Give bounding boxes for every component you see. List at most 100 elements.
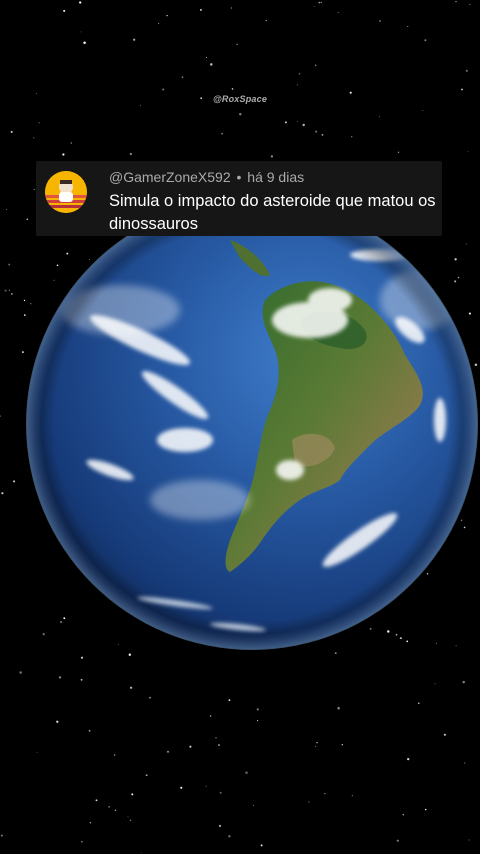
star (397, 151, 400, 154)
star (158, 23, 160, 24)
star (133, 38, 136, 41)
star (131, 793, 134, 796)
star (313, 6, 315, 8)
star (210, 63, 213, 66)
star (180, 786, 183, 789)
star (218, 824, 222, 828)
comment-meta: @GamerZoneX592 • há 9 dias (109, 169, 304, 185)
star (402, 813, 405, 816)
star (26, 218, 29, 221)
star (230, 7, 232, 9)
star (418, 702, 420, 705)
star (253, 804, 254, 806)
star (256, 719, 259, 722)
star (80, 31, 82, 33)
star (63, 617, 66, 620)
star (59, 620, 63, 624)
star (369, 627, 372, 630)
username[interactable]: @GamerZoneX592 (109, 169, 231, 185)
star (81, 840, 83, 843)
star (30, 303, 32, 305)
star (460, 519, 463, 521)
star (129, 152, 132, 156)
star (422, 109, 424, 111)
star (108, 806, 110, 808)
earth-globe (26, 198, 478, 650)
star (4, 289, 7, 292)
star (53, 279, 55, 281)
star (407, 757, 410, 761)
star (5, 208, 8, 211)
star (23, 299, 26, 302)
star (23, 314, 26, 316)
star (63, 9, 66, 12)
star (181, 76, 184, 79)
star (318, 1, 321, 4)
star (56, 264, 59, 267)
star (296, 84, 298, 86)
star (351, 795, 353, 797)
star (302, 123, 305, 127)
star (166, 14, 168, 17)
star (424, 39, 427, 42)
comment-text: Simula o impacto do asteroide que matou … (109, 192, 436, 233)
star (474, 363, 478, 367)
star (149, 696, 151, 699)
star (321, 134, 324, 136)
star (406, 640, 409, 643)
star (36, 751, 38, 753)
star (270, 155, 274, 158)
star (407, 26, 409, 28)
star (399, 637, 402, 640)
star (66, 252, 69, 255)
watermark: @RoxSpace (212, 94, 268, 104)
star (466, 243, 468, 245)
star (8, 263, 11, 266)
star (239, 113, 242, 116)
star (21, 351, 24, 354)
star (351, 136, 353, 138)
star (314, 64, 317, 67)
star (113, 754, 116, 756)
star (469, 3, 471, 5)
star (80, 656, 84, 659)
star (205, 56, 207, 58)
star (83, 41, 86, 45)
star (465, 69, 468, 72)
star (457, 276, 460, 279)
star (424, 808, 427, 811)
star (454, 280, 457, 283)
avatar[interactable] (45, 171, 87, 213)
star (8, 289, 10, 291)
star (455, 645, 457, 647)
star (324, 793, 326, 795)
star (13, 480, 16, 483)
star (89, 822, 92, 824)
star (296, 121, 298, 123)
star (468, 312, 471, 315)
star (464, 762, 466, 764)
star (70, 142, 72, 144)
star (88, 259, 90, 261)
star (434, 683, 436, 685)
star (79, 1, 82, 4)
star (199, 8, 202, 11)
star (396, 839, 399, 842)
star (315, 745, 317, 748)
star (315, 130, 318, 133)
star (205, 785, 207, 787)
star (337, 11, 339, 14)
star (33, 137, 35, 139)
star (189, 745, 192, 748)
comment-card[interactable]: @GamerZoneX592 • há 9 dias Simula o impa… (36, 161, 442, 236)
star (19, 671, 22, 674)
star (378, 116, 381, 118)
star (162, 88, 165, 91)
star (219, 791, 222, 794)
star (58, 676, 62, 679)
separator: • (236, 169, 242, 185)
star (467, 151, 469, 153)
star (140, 852, 142, 854)
star (0, 834, 3, 837)
star (209, 715, 212, 717)
